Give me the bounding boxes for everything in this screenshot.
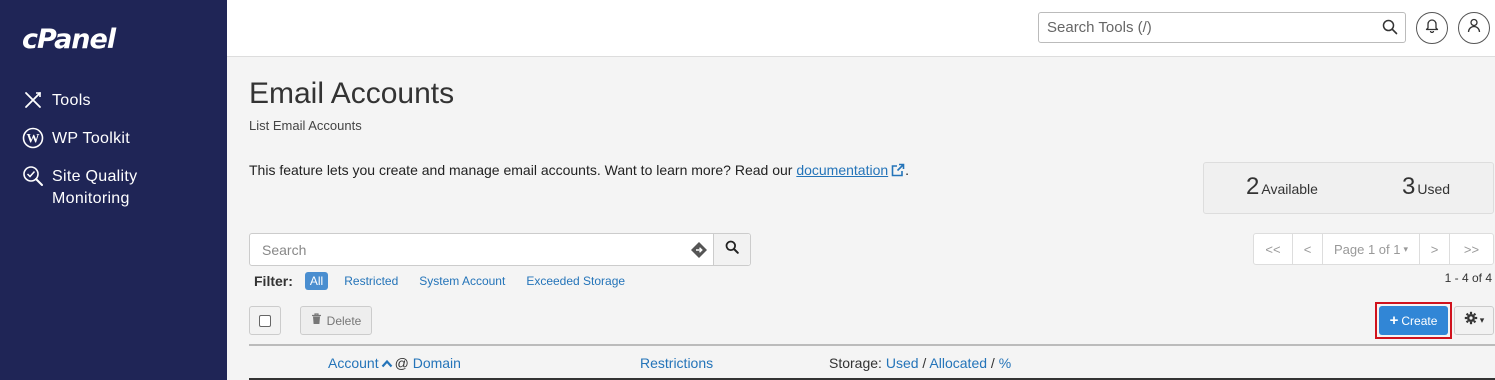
sidebar-item-label: WP Toolkit — [52, 130, 130, 147]
last-page-button[interactable]: >> — [1450, 234, 1493, 264]
sidebar-item-label: Site Quality Monitoring — [52, 168, 138, 207]
available-count: 2 — [1246, 173, 1260, 200]
account-search-input[interactable] — [250, 234, 685, 265]
page-title: Email Accounts — [249, 77, 455, 110]
search-submit-button[interactable] — [713, 234, 750, 265]
table-header: Account @ Domain Restrictions Storage: Us… — [249, 344, 1495, 380]
search-clear-icon[interactable] — [685, 234, 713, 265]
column-storage: Storage: Used / Allocated / % — [829, 355, 1012, 371]
search-icon[interactable] — [1382, 19, 1398, 40]
sort-restrictions-link[interactable]: Restrictions — [640, 355, 713, 371]
bell-icon — [1425, 18, 1439, 38]
delete-button[interactable]: Delete — [300, 306, 372, 335]
settings-dropdown-button[interactable]: ▾ — [1454, 306, 1494, 335]
used-stat: 3 Used — [1402, 173, 1450, 201]
top-bar — [227, 0, 1495, 57]
search-tools — [1038, 12, 1406, 43]
results-range: 1 - 4 of 4 — [1444, 271, 1492, 285]
plus-icon: + — [1389, 311, 1399, 329]
account-search — [249, 233, 751, 266]
checkbox-icon — [259, 314, 271, 327]
account-stats: 2 Available 3 Used — [1203, 162, 1494, 214]
site-quality-search-icon — [22, 165, 44, 187]
sidebar-item-wp-toolkit[interactable]: W WP Toolkit — [22, 127, 130, 150]
next-page-button[interactable]: > — [1420, 234, 1450, 264]
create-button[interactable]: + Create — [1379, 306, 1448, 335]
sort-account-link[interactable]: Account — [328, 355, 379, 371]
svg-text:W: W — [27, 131, 40, 146]
sidebar-item-label: Tools — [52, 92, 91, 109]
search-icon — [725, 240, 739, 259]
cpanel-logo[interactable]: cPanel — [22, 24, 116, 55]
sort-domain-link[interactable]: Domain — [413, 355, 461, 371]
sort-percent-link[interactable]: % — [999, 355, 1011, 371]
filter-all[interactable]: All — [304, 272, 329, 290]
page-subtitle: List Email Accounts — [249, 118, 362, 133]
wordpress-icon: W — [22, 127, 44, 149]
filter-bar: Filter: All Restricted System Account Ex… — [254, 272, 646, 290]
gear-icon — [1464, 311, 1478, 330]
select-all-checkbox[interactable] — [249, 306, 281, 335]
column-account-domain: Account @ Domain — [328, 355, 461, 371]
sidebar-item-tools[interactable]: Tools — [22, 90, 91, 112]
used-label: Used — [1417, 181, 1451, 197]
sort-allocated-link[interactable]: Allocated — [929, 355, 987, 371]
available-label: Available — [1261, 181, 1318, 197]
sidebar-item-site-quality[interactable]: Site Quality Monitoring — [22, 166, 137, 210]
intro-text: This feature lets you create and manage … — [249, 162, 910, 180]
filter-system-account[interactable]: System Account — [419, 274, 505, 288]
search-tools-input[interactable] — [1039, 13, 1369, 42]
documentation-link[interactable]: documentation — [796, 162, 888, 178]
first-page-button[interactable]: << — [1254, 234, 1293, 264]
filter-exceeded-storage[interactable]: Exceeded Storage — [526, 274, 625, 288]
available-stat: 2 Available — [1246, 173, 1318, 201]
sort-used-link[interactable]: Used — [886, 355, 919, 371]
pagination: << < Page 1 of 1 ▾ > >> — [1253, 233, 1494, 265]
external-link-icon — [891, 163, 905, 180]
trash-icon — [311, 313, 327, 328]
tools-icon — [22, 89, 44, 111]
filter-label: Filter: — [254, 273, 293, 289]
sidebar: cPanel Tools W WP Toolkit Site Quality Mo… — [0, 0, 227, 380]
used-count: 3 — [1402, 173, 1416, 200]
user-menu-button[interactable] — [1458, 12, 1490, 44]
filter-restricted[interactable]: Restricted — [344, 274, 398, 288]
notifications-button[interactable] — [1416, 12, 1448, 44]
prev-page-button[interactable]: < — [1293, 234, 1323, 264]
user-icon — [1467, 18, 1481, 38]
caret-down-icon: ▾ — [1403, 243, 1409, 254]
page-select[interactable]: Page 1 of 1 ▾ — [1323, 234, 1420, 264]
sort-ascending-icon — [381, 355, 393, 371]
caret-down-icon: ▾ — [1479, 315, 1485, 325]
